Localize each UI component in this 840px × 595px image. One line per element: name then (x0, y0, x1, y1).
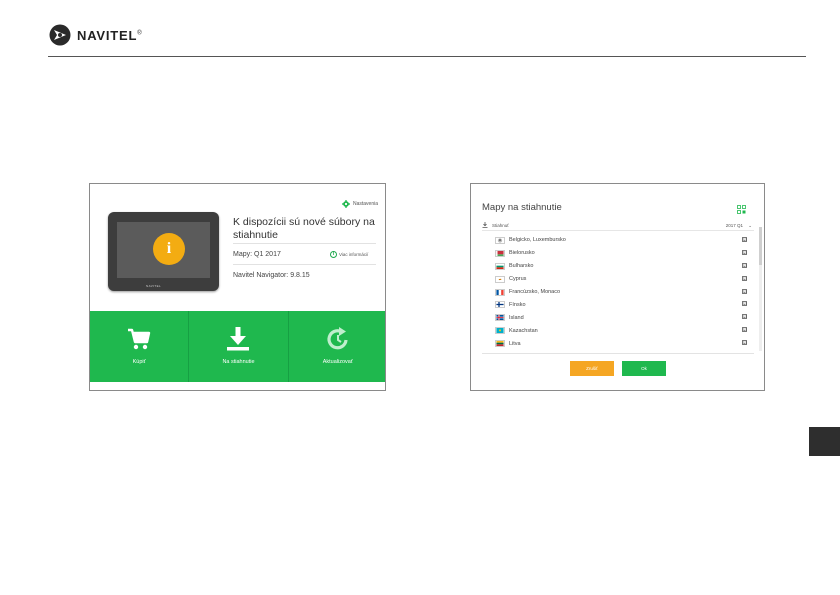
more-info-link[interactable]: i Viac informácií (330, 251, 368, 258)
update-label: Aktualizovať (322, 359, 353, 365)
checkbox[interactable]: ☑ (742, 301, 747, 307)
checkbox[interactable]: ☑ (742, 275, 747, 281)
settings-label: Nastavenia (352, 201, 378, 207)
list-item[interactable]: Kazachstan ☑ (495, 324, 747, 337)
flag-by-icon (495, 249, 505, 257)
checkbox[interactable]: ☑ (742, 237, 747, 242)
flag-lt-icon (495, 340, 505, 348)
scrollbar-thumb[interactable] (759, 227, 762, 265)
download-title: Mapy na stiahnutie (482, 202, 562, 213)
device-screen: i (117, 222, 210, 278)
cancel-button[interactable]: Zrušiť (570, 361, 614, 376)
flag-is-icon (495, 314, 505, 322)
update-button[interactable]: Aktualizovať (287, 311, 385, 382)
flag-bg-icon (495, 262, 505, 270)
list-divider (482, 353, 754, 354)
flag-cy-icon (495, 275, 505, 283)
header-rule (48, 56, 806, 57)
buy-label: Kúpiť (132, 359, 146, 365)
flag-kz-icon (495, 327, 505, 335)
list-item[interactable]: Francúzsko, Monaco ☑ (495, 286, 747, 299)
ok-button[interactable]: Ok (622, 361, 666, 376)
brand-name: NAVITEL® (77, 27, 143, 43)
list-item[interactable]: Cyprus ☑ (495, 273, 747, 286)
update-title: K dispozícii sú nové súbory na stiahnuti… (233, 216, 375, 241)
list-item[interactable]: Litva ☑ (495, 337, 747, 350)
list-header: Stiahnuť 2017 Q1 ⌄ (482, 222, 754, 231)
maps-download-screen: Mapy na stiahnutie Stiahnuť 2017 Q1 ⌄ Be… (470, 183, 765, 391)
cart-icon (128, 328, 151, 350)
navigator-device-image: i NAVITEL (108, 212, 219, 291)
navitel-header: NAVITEL® (48, 22, 142, 48)
language-tab (809, 427, 840, 456)
checkbox[interactable]: ☑ (742, 340, 747, 346)
buy-button[interactable]: Kúpiť (90, 311, 188, 382)
checkbox[interactable]: ☑ (742, 314, 747, 320)
checkbox[interactable]: ☑ (742, 262, 747, 268)
list-item[interactable]: Island ☑ (495, 311, 747, 324)
more-info-label: Viac informácií (339, 252, 369, 257)
maps-version: Mapy: Q1 2017 (233, 251, 281, 258)
action-bar: Kúpiť Na stiahnutie Aktualizovať (90, 311, 385, 382)
settings-link[interactable]: Nastavenia (341, 200, 378, 208)
divider (233, 264, 376, 265)
list-item[interactable]: Belgicko, Luxembursko ☑ (495, 234, 747, 247)
checkbox[interactable]: ☑ (742, 288, 747, 294)
list-item[interactable]: Bielorusko ☑ (495, 247, 747, 260)
flag-be-icon (495, 236, 505, 244)
refresh-icon (327, 327, 348, 350)
list-item[interactable]: Bulharsko ☑ (495, 260, 747, 273)
checkbox[interactable]: ☑ (742, 327, 747, 333)
list-item[interactable]: Fínsko ☑ (495, 298, 747, 311)
gear-icon (341, 200, 350, 208)
download-button[interactable]: Na stiahnutie (188, 311, 287, 382)
update-available-screen: Nastavenia i NAVITEL K dispozícii sú nov… (89, 183, 386, 391)
navitel-logo-icon (49, 24, 71, 46)
header-version: 2017 Q1 (725, 223, 743, 228)
divider (233, 243, 376, 244)
checkbox[interactable]: ☑ (742, 249, 747, 255)
info-icon: i (153, 233, 185, 265)
device-brand: NAVITEL (146, 284, 162, 288)
country-list: Belgicko, Luxembursko ☑ Bielorusko ☑ Bul… (495, 234, 747, 350)
download-label: Na stiahnutie (222, 359, 255, 365)
flag-fi-icon (495, 301, 505, 309)
chevron-down-icon[interactable]: ⌄ (748, 223, 752, 229)
download-small-icon (482, 222, 488, 228)
navigator-version: Navitel Navigator: 9.8.15 (233, 272, 310, 279)
flag-fr-icon (495, 288, 505, 296)
scrollbar[interactable] (759, 227, 762, 351)
download-icon (227, 327, 250, 351)
info-small-icon: i (330, 251, 337, 258)
header-label: Stiahnuť (492, 223, 509, 228)
grid-view-icon[interactable] (737, 205, 746, 214)
